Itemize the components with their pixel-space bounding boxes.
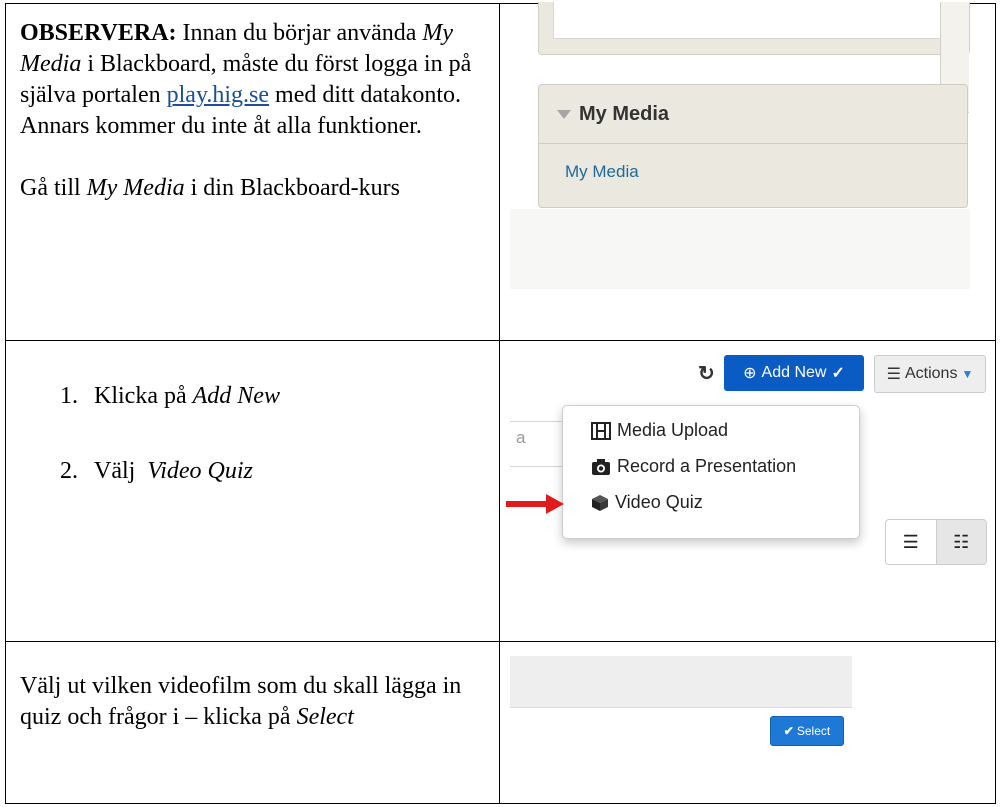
my-media-link[interactable]: My Media <box>539 144 967 182</box>
cube-icon <box>592 494 608 511</box>
step-text: Välj <box>94 458 148 484</box>
red-arrow-icon <box>506 494 564 514</box>
list-item: 1. Klicka på Add New <box>60 383 280 410</box>
module-title: My Media <box>579 102 670 125</box>
camera-icon <box>592 458 610 475</box>
detailed-view-icon: ☷ <box>953 531 970 552</box>
list-view-button[interactable]: ☰ <box>886 520 936 564</box>
collapse-triangle-icon[interactable] <box>557 109 571 119</box>
text-run: Innan du börjar använda <box>176 20 423 46</box>
list-view-icon: ☰ <box>902 531 919 552</box>
screenshot-background <box>510 209 970 289</box>
checkmark-icon: ✔ <box>783 724 794 738</box>
instruction-cell: OBSERVERA: Innan du börjar använda My Me… <box>5 3 500 341</box>
instruction-text: OBSERVERA: Innan du börjar använda My Me… <box>6 4 490 204</box>
select-label: Select <box>796 724 831 738</box>
observera-label: OBSERVERA: <box>20 20 177 46</box>
instruction-cell: 1. Klicka på Add New 2. Välj Video Quiz <box>5 340 500 642</box>
table-row: Välj ut vilken videofilm som du skall lä… <box>5 641 996 804</box>
table-row: OBSERVERA: Innan du börjar använda My Me… <box>5 2 996 341</box>
add-new-button[interactable]: ⊕ Add New ✓ <box>724 355 864 391</box>
menu-item-label: Record a Presentation <box>617 456 797 476</box>
list-icon: ☰ <box>886 366 901 383</box>
italic-run: My Media <box>86 175 185 201</box>
menu-item-video-quiz[interactable]: Video Quiz <box>591 492 703 513</box>
actions-button[interactable]: ☰ Actions ▼ <box>874 355 986 393</box>
search-text: a <box>516 428 526 447</box>
screenshot-cell: ↻ ⊕ Add New ✓ ☰ Actions ▼ a Media Upload… <box>499 340 996 642</box>
top-panel <box>538 2 970 55</box>
step-italic: Add New <box>192 383 280 409</box>
step-italic: Video Quiz <box>147 458 253 484</box>
italic-run: Select <box>296 704 354 730</box>
menu-item-label: Media Upload <box>617 420 729 440</box>
step-number: 2. <box>60 458 78 484</box>
menu-item-media-upload[interactable]: Media Upload <box>591 420 728 441</box>
step-number: 1. <box>60 383 78 409</box>
top-panel-inner <box>553 2 957 39</box>
instruction-cell: Välj ut vilken videofilm som du skall lä… <box>5 641 500 804</box>
plus-circle-icon: ⊕ <box>743 365 757 382</box>
instruction-text: Välj ut vilken videofilm som du skall lä… <box>6 642 485 733</box>
text-run: i din Blackboard-kurs <box>184 175 400 201</box>
table-row: 1. Klicka på Add New 2. Välj Video Quiz ↻ … <box>5 340 996 642</box>
media-row-bar <box>510 656 852 708</box>
text-run: Välj ut vilken videofilm som du skall lä… <box>20 673 462 730</box>
detailed-view-button[interactable]: ☷ <box>935 520 986 564</box>
menu-item-label: Video Quiz <box>615 492 703 512</box>
step-text: Klicka på <box>94 383 193 409</box>
instruction-table: OBSERVERA: Innan du börjar använda My Me… <box>5 2 996 804</box>
portal-link[interactable]: play.hig.se <box>167 82 269 108</box>
select-button[interactable]: ✔ Select <box>770 716 844 746</box>
module-header[interactable]: My Media <box>539 85 967 144</box>
actions-label: Actions <box>904 365 958 382</box>
film-icon <box>591 421 611 440</box>
add-new-label: Add New <box>761 364 827 381</box>
text-run: Gå till <box>20 175 87 201</box>
screenshot-cell: My Media My Media <box>499 2 996 341</box>
menu-item-record-presentation[interactable]: Record a Presentation <box>591 456 796 477</box>
view-toggle: ☰ ☷ <box>885 519 987 565</box>
caret-down-icon: ▼ <box>961 367 974 381</box>
my-media-module: My Media My Media <box>538 84 968 208</box>
refresh-icon[interactable]: ↻ <box>698 361 715 386</box>
screenshot-cell: ✔ Select <box>499 641 996 804</box>
list-item: 2. Välj Video Quiz <box>60 458 253 485</box>
chevron-down-icon: ✓ <box>831 365 845 382</box>
add-new-dropdown: Media Upload Record a Presentation Video… <box>562 405 860 539</box>
